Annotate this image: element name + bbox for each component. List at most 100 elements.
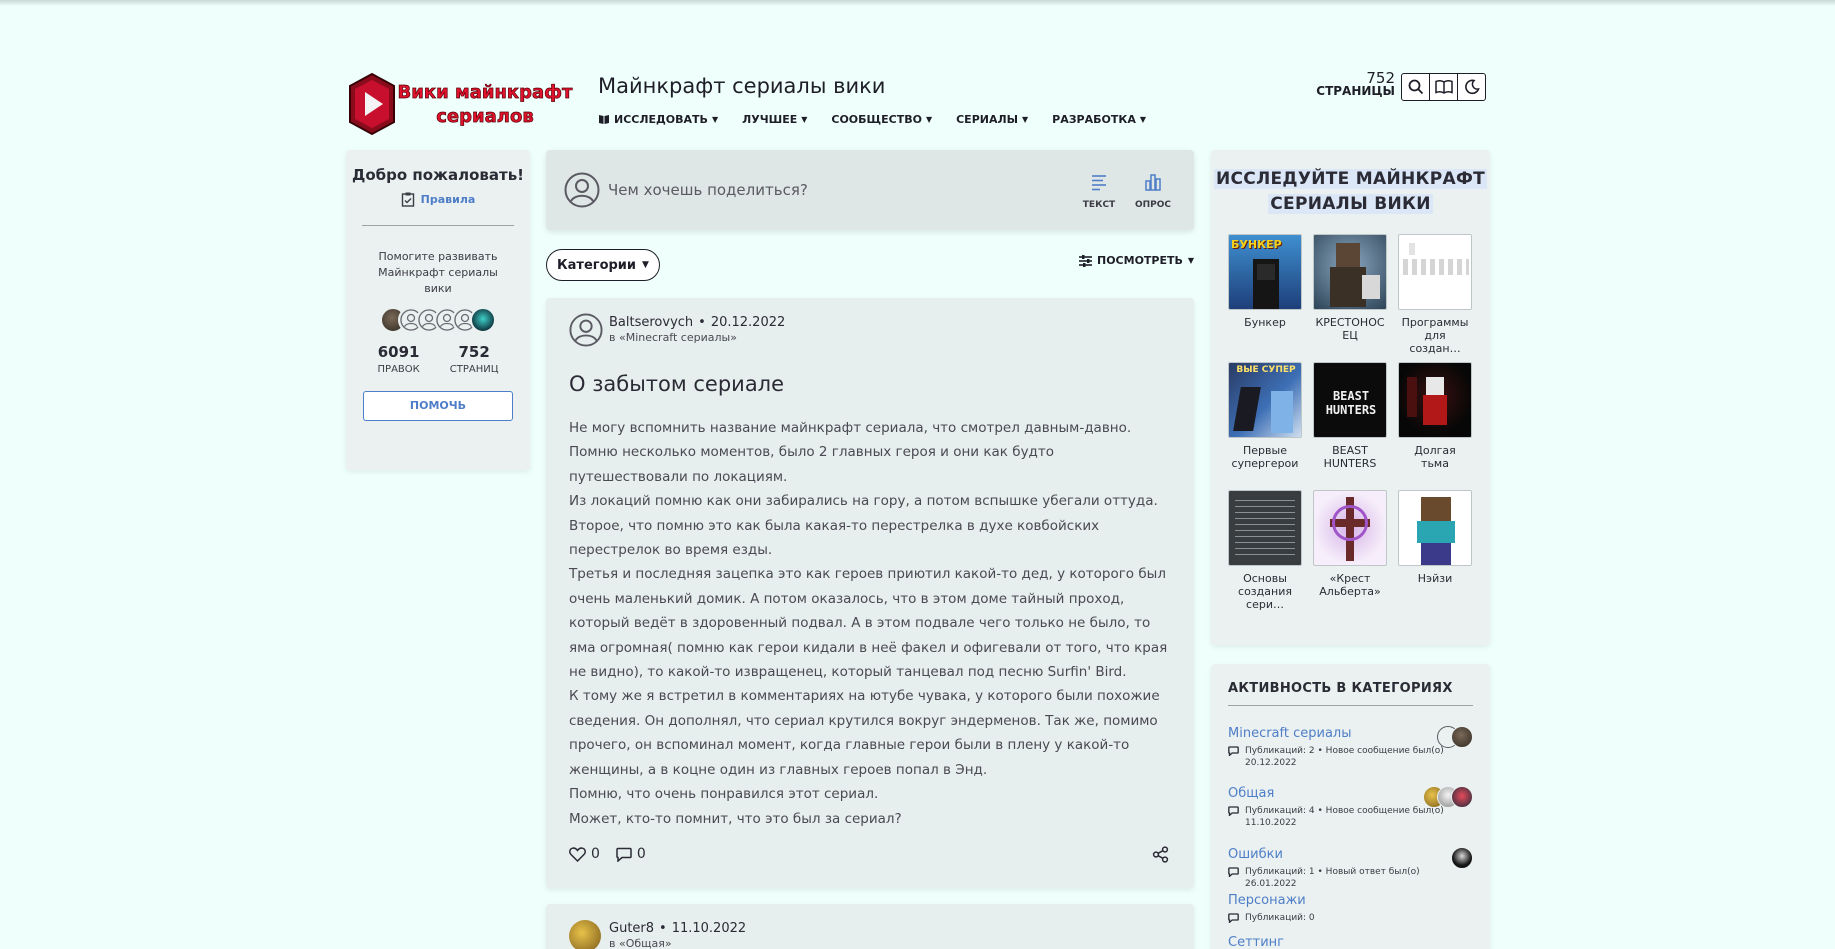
tile-caption: Нэйзи (1417, 572, 1453, 585)
tile-caption: Программы для создан… (1401, 316, 1469, 355)
theme-toggle-button[interactable] (1457, 73, 1486, 101)
post-paragraph: Помню несколько моментов, было 2 главных… (569, 444, 1055, 485)
likes-count: 0 (591, 846, 600, 862)
tile-thumb-text: BEAST HUNTERS (1325, 389, 1377, 417)
post-author-avatar[interactable] (569, 920, 601, 949)
poll-post-button[interactable]: ОПРОС (1133, 170, 1173, 210)
post-date: 20.12.2022 (710, 315, 786, 330)
composer-placeholder[interactable]: Чем хочешь поделиться? (608, 181, 808, 199)
edits-label: ПРАВОК (377, 364, 420, 375)
activity-meta-text: Публикаций: 4 • Новое сообщение был(о) 1… (1245, 806, 1444, 828)
post-category[interactable]: в «Minecraft сериалы» (609, 331, 737, 344)
post-paragraph: Третья и последняя зацепка это как герое… (569, 566, 1168, 681)
like-button[interactable]: 0 (569, 846, 600, 862)
activity-item: Ошибки Публикаций: 1 • Новый ответ был(о… (1228, 847, 1473, 890)
tile-caption: Долгая тьма (1414, 444, 1456, 470)
wiki-menu-button[interactable] (1429, 73, 1458, 101)
separator-dot: • (698, 315, 706, 330)
activity-avatars (1423, 786, 1473, 808)
categories-dropdown[interactable]: Категории ▼ (546, 249, 660, 281)
avatar[interactable] (1451, 847, 1473, 869)
category-activity-module: АКТИВНОСТЬ В КАТЕГОРИЯХ Minecraft сериал… (1211, 664, 1490, 949)
comment-icon (1228, 913, 1239, 923)
nav-community[interactable]: СООБЩЕСТВО ▼ (831, 113, 932, 126)
post-actions: 0 0 (569, 846, 646, 862)
activity-category-link[interactable]: Ошибки (1228, 847, 1473, 862)
explore-tile[interactable]: Программы для создан… (1398, 234, 1472, 362)
main-nav: ИССЛЕДОВАТЬ ▼ ЛУЧШЕЕ ▼ СООБЩЕСТВО ▼ СЕРИ… (598, 113, 1146, 126)
post-body[interactable]: Не могу вспомнить название майнкрафт сер… (569, 416, 1169, 831)
view-dropdown[interactable]: ПОСМОТРЕТЬ ▼ (1079, 254, 1194, 267)
tile-caption: BEAST HUNTERS (1323, 444, 1377, 470)
avatar[interactable] (1451, 786, 1473, 808)
caret-down-icon: ▼ (801, 115, 808, 124)
tile-thumb-text: ВЫЕ СУПЕР (1236, 365, 1296, 375)
activity-meta: Публикаций: 1 • Новый ответ был(о) 26.01… (1228, 866, 1473, 890)
help-button[interactable]: ПОМОЧЬ (363, 391, 513, 421)
explore-grid: БУНКЕР Бункер КРЕСТОНОС ЕЦ Программы для… (1228, 234, 1472, 618)
activity-item: Minecraft сериалы Публикаций: 2 • Новое … (1228, 726, 1473, 769)
explore-tile[interactable]: Основы создания сери… (1228, 490, 1302, 618)
caret-down-icon: ▼ (711, 115, 719, 124)
activity-avatars (1437, 726, 1473, 748)
explore-tile[interactable]: Нэйзи (1398, 490, 1472, 618)
post-category[interactable]: в «Общая» (609, 937, 672, 949)
avatar[interactable] (1451, 726, 1473, 748)
pages-stat: 752 СТРАНИЦ (450, 343, 499, 375)
text-post-button[interactable]: ТЕКСТ (1079, 170, 1119, 210)
post-author-name[interactable]: Guter8 (609, 921, 654, 936)
header-pages-count: 752 СТРАНИЦЫ (1316, 71, 1395, 98)
explore-title-line2: СЕРИАЛЫ ВИКИ (1268, 194, 1433, 214)
activity-category-link[interactable]: Сеттинг (1228, 935, 1473, 949)
separator-dot: • (659, 921, 667, 936)
wiki-stats: 6091 ПРАВОК 752 СТРАНИЦ (346, 343, 530, 375)
explore-tile[interactable]: «Крест Альберта» (1313, 490, 1387, 618)
nav-best[interactable]: ЛУЧШЕЕ ▼ (742, 113, 807, 126)
nav-series[interactable]: СЕРИАЛЫ ▼ (956, 113, 1028, 126)
caret-down-icon: ▼ (925, 115, 933, 124)
categories-label: Категории (557, 257, 637, 273)
activity-category-link[interactable]: Персонажи (1228, 893, 1473, 908)
edits-count: 6091 (377, 343, 420, 361)
clipboard-check-icon (401, 192, 414, 207)
post-author-avatar[interactable] (569, 313, 603, 351)
share-button[interactable] (1152, 846, 1169, 867)
explore-tile[interactable]: BEAST HUNTERS BEAST HUNTERS (1313, 362, 1387, 490)
post-paragraph: Может, кто-то помнит, что это был за сер… (569, 810, 902, 827)
tile-thumbnail (1313, 490, 1387, 566)
nav-explore-label: ИССЛЕДОВАТЬ (614, 113, 708, 126)
header-buttons (1401, 73, 1486, 101)
avatar[interactable] (470, 307, 496, 333)
explore-tile[interactable]: ВЫЕ СУПЕР Первые супергерои (1228, 362, 1302, 490)
post-date: 11.10.2022 (671, 921, 747, 936)
site-title[interactable]: Майнкрафт сериалы вики (598, 74, 885, 98)
default-avatar-icon (564, 172, 600, 208)
comments-count: 0 (636, 846, 646, 862)
nav-development[interactable]: РАЗРАБОТКА ▼ (1052, 113, 1146, 126)
site-logo[interactable]: Вики майнкрафт сериалов (348, 72, 578, 136)
activity-meta-text: Публикаций: 0 (1245, 913, 1315, 923)
explore-tile[interactable]: КРЕСТОНОС ЕЦ (1313, 234, 1387, 362)
moon-icon (1464, 79, 1480, 95)
text-lines-icon (1092, 175, 1106, 191)
caret-down-icon: ▼ (1187, 256, 1195, 265)
post-title[interactable]: О забытом сериале (569, 372, 784, 396)
activity-meta-text: Публикаций: 1 • Новый ответ был(о) 26.01… (1245, 867, 1420, 889)
contributor-avatars (346, 307, 530, 333)
tile-thumbnail: ВЫЕ СУПЕР (1228, 362, 1302, 438)
search-button[interactable] (1401, 73, 1430, 101)
rules-link[interactable]: Правила (346, 192, 530, 207)
pages-count: 752 (458, 343, 490, 361)
tile-caption: КРЕСТОНОС ЕЦ (1315, 316, 1385, 342)
comment-button[interactable]: 0 (616, 846, 646, 862)
logo-text-line2: сериалов (436, 106, 533, 127)
activity-meta: Публикаций: 4 • Новое сообщение был(о) 1… (1228, 805, 1473, 829)
sliders-icon (1079, 254, 1092, 267)
post-composer[interactable]: Чем хочешь поделиться? ТЕКСТ ОПРОС (546, 150, 1194, 230)
explore-tile[interactable]: БУНКЕР Бункер (1228, 234, 1302, 362)
nav-explore[interactable]: ИССЛЕДОВАТЬ ▼ (598, 113, 718, 126)
tile-caption: Бункер (1244, 316, 1286, 329)
explore-tile[interactable]: Долгая тьма (1398, 362, 1472, 490)
post-author-name[interactable]: Baltserovych (609, 315, 693, 330)
view-label: ПОСМОТРЕТЬ (1097, 254, 1183, 267)
